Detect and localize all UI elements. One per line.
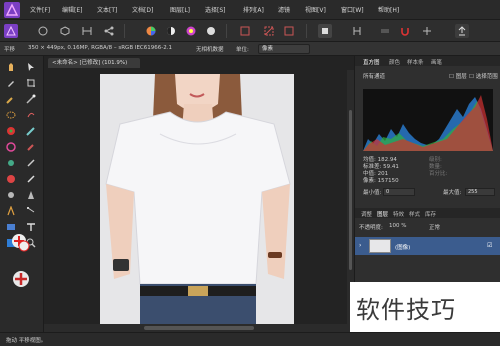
selection-feather-icon[interactable] bbox=[282, 24, 296, 38]
color-picker-icon[interactable] bbox=[4, 76, 17, 89]
layer-row[interactable]: › (图像) ☑ bbox=[355, 237, 500, 255]
share-icon[interactable] bbox=[455, 24, 469, 38]
menu-select[interactable]: 选择[S] bbox=[205, 5, 226, 14]
context-toolbar: 平移 350 × 449px, 0.16MP, RGBA/8 – sRGB IE… bbox=[0, 42, 500, 56]
layer-name: (图像) bbox=[395, 245, 411, 251]
color-swatch-icon[interactable] bbox=[10, 232, 32, 254]
crop-tool-icon[interactable] bbox=[24, 76, 37, 89]
document-tab[interactable]: <未命名> [已修改] (101.9%) bbox=[48, 58, 140, 68]
app-logo-icon[interactable] bbox=[4, 2, 20, 18]
pen-tool-icon[interactable] bbox=[4, 204, 17, 217]
flood-fill-icon[interactable] bbox=[24, 140, 37, 153]
tab-brushes[interactable]: 画笔 bbox=[431, 58, 442, 66]
selection-mode-icon[interactable] bbox=[238, 24, 252, 38]
gradient-tool-icon[interactable] bbox=[4, 156, 17, 169]
menu-document[interactable]: 文档[D] bbox=[132, 5, 153, 14]
min-label: 最小值: bbox=[363, 190, 382, 196]
camera-data-label: 无相机数据 bbox=[196, 47, 224, 53]
menu-window[interactable]: 窗口[W] bbox=[341, 5, 364, 14]
liquify-persona-icon[interactable] bbox=[36, 24, 50, 38]
histogram-graph bbox=[363, 89, 493, 151]
opacity-value[interactable]: 100 % bbox=[389, 223, 406, 229]
unit-select[interactable]: 像素 bbox=[258, 44, 310, 54]
layer-checkbox[interactable]: ☐ 图层 bbox=[449, 72, 467, 80]
photo-persona-icon[interactable] bbox=[4, 24, 18, 38]
selection-invert-icon[interactable] bbox=[262, 24, 276, 38]
watermark-text: 软件技巧 bbox=[356, 296, 456, 324]
max-input[interactable]: 255 bbox=[465, 188, 495, 196]
layer-visibility-checkbox[interactable]: ☑ bbox=[487, 242, 492, 249]
tone-mapping-persona-icon[interactable] bbox=[80, 24, 94, 38]
stat-pixels: 像素: 157150 bbox=[363, 178, 399, 184]
blur-brush-icon[interactable] bbox=[4, 188, 17, 201]
color-wheel-icon[interactable] bbox=[144, 24, 158, 38]
tab-styles[interactable]: 样式 bbox=[409, 210, 420, 218]
status-bar: 拖动 平移视图。 bbox=[0, 332, 500, 346]
histogram-panel-tabs: 直方图 颜色 样本条 画笔 bbox=[355, 56, 500, 66]
menu-bar: 文件[F] 编辑[E] 文本[T] 文档[D] 图层[L] 选择[S] 排列[A… bbox=[0, 0, 500, 20]
magnet-icon[interactable] bbox=[398, 24, 412, 38]
pixel-tool-icon[interactable] bbox=[24, 124, 37, 137]
menu-filters[interactable]: 滤镜 bbox=[278, 5, 290, 14]
tool-mode-label: 平移 bbox=[4, 47, 16, 53]
menu-text[interactable]: 文本[T] bbox=[97, 5, 117, 14]
white-balance-icon[interactable] bbox=[204, 24, 218, 38]
snapping-icon[interactable] bbox=[350, 24, 364, 38]
pressure-icon[interactable] bbox=[378, 24, 392, 38]
move-tool-icon[interactable] bbox=[24, 60, 37, 73]
document-info: 350 × 449px, 0.16MP, RGBA/8 – sRGB IEC61… bbox=[28, 45, 173, 51]
layer-thumbnail bbox=[369, 239, 391, 253]
tool-options-icon[interactable] bbox=[420, 24, 434, 38]
flood-select-icon[interactable] bbox=[24, 92, 37, 105]
tab-histogram[interactable]: 直方图 bbox=[363, 58, 380, 66]
opacity-label: 不透明度: bbox=[359, 225, 383, 231]
contrast-icon[interactable] bbox=[164, 24, 178, 38]
tab-effects[interactable]: 特效 bbox=[393, 210, 404, 218]
blend-mode-select[interactable]: 正常 bbox=[429, 223, 440, 231]
assistant-icon[interactable] bbox=[318, 24, 332, 38]
menu-edit[interactable]: 编辑[E] bbox=[62, 5, 82, 14]
expand-arrow-icon[interactable]: › bbox=[359, 242, 361, 249]
clone-brush-icon[interactable] bbox=[4, 172, 17, 185]
stat-percent-label: 百分比: bbox=[429, 171, 448, 177]
menu-layer[interactable]: 图层[L] bbox=[170, 5, 190, 14]
selection-brush-icon[interactable] bbox=[4, 92, 17, 105]
paint-brush-icon[interactable] bbox=[4, 124, 17, 137]
menu-help[interactable]: 帮助[H] bbox=[378, 5, 399, 14]
canvas-area[interactable]: <未命名> [已修改] (101.9%) bbox=[44, 56, 354, 332]
menu-arrange[interactable]: 排列[A] bbox=[243, 5, 264, 14]
unit-label: 单位: bbox=[236, 47, 249, 53]
export-persona-icon[interactable] bbox=[102, 24, 116, 38]
horizontal-scrollbar[interactable] bbox=[44, 324, 354, 332]
max-label: 最大值: bbox=[443, 190, 462, 196]
freehand-select-icon[interactable] bbox=[24, 108, 37, 121]
tab-adjustments[interactable]: 调整 bbox=[361, 210, 372, 218]
toolbar bbox=[0, 20, 500, 42]
status-text: 拖动 平移视图。 bbox=[6, 338, 47, 344]
hsl-icon[interactable] bbox=[184, 24, 198, 38]
selection-checkbox[interactable]: ☐ 选择范围 bbox=[469, 72, 498, 80]
erase-brush-icon[interactable] bbox=[4, 140, 17, 153]
watermark: 软件技巧 bbox=[350, 282, 500, 332]
min-input[interactable]: 0 bbox=[383, 188, 415, 196]
tab-layers[interactable]: 图层 bbox=[377, 210, 388, 218]
tab-swatches[interactable]: 样本条 bbox=[407, 58, 424, 66]
menu-file[interactable]: 文件[F] bbox=[30, 5, 50, 14]
view-tool-icon[interactable] bbox=[4, 60, 17, 73]
tab-color[interactable]: 颜色 bbox=[389, 58, 400, 66]
sharpen-brush-icon[interactable] bbox=[24, 188, 37, 201]
layers-panel-tabs: 调整 图层 特效 样式 库存 bbox=[355, 208, 500, 218]
blemish-tool-icon[interactable] bbox=[24, 172, 37, 185]
dodge-tool-icon[interactable] bbox=[24, 156, 37, 169]
tools-panel bbox=[0, 56, 44, 332]
develop-persona-icon[interactable] bbox=[58, 24, 72, 38]
channel-select[interactable]: 所有通道 bbox=[363, 72, 385, 80]
tab-stock[interactable]: 库存 bbox=[425, 210, 436, 218]
menu-view[interactable]: 视图[V] bbox=[305, 5, 326, 14]
marquee-tool-icon[interactable] bbox=[4, 108, 17, 121]
node-tool-icon[interactable] bbox=[24, 204, 37, 217]
document-image[interactable] bbox=[100, 74, 294, 324]
swap-colors-icon[interactable] bbox=[10, 268, 32, 290]
